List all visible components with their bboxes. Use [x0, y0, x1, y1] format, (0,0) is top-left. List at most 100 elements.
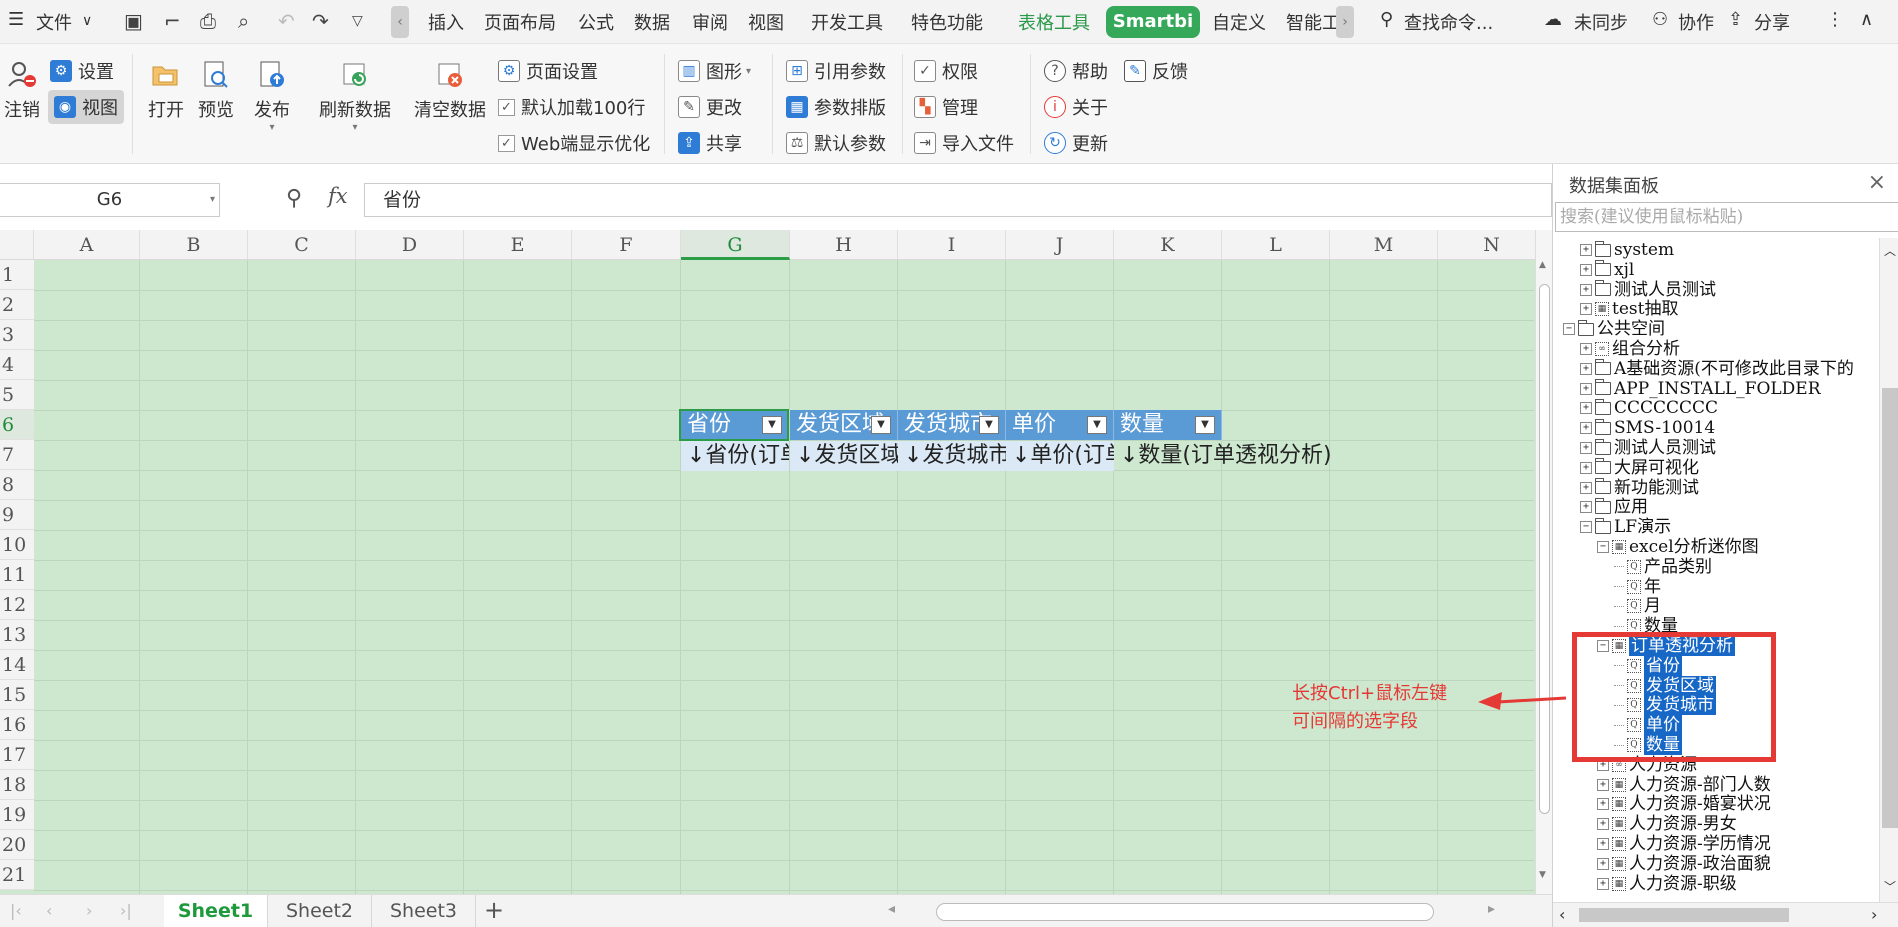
filter-dropdown-icon[interactable]: ▼: [979, 416, 999, 434]
sheet-tab-1[interactable]: Sheet1: [164, 895, 268, 927]
header-cell[interactable]: 发货区域 ▼: [790, 410, 898, 440]
tab-review[interactable]: 审阅: [692, 9, 728, 35]
tabs-scroll-left-button[interactable]: ‹: [391, 6, 409, 38]
tree-node[interactable]: Q 数量: [1614, 735, 1682, 755]
tree-node[interactable]: Q月: [1614, 596, 1661, 616]
header-cell[interactable]: 省份 ▼: [681, 410, 789, 440]
expand-icon[interactable]: +: [1597, 758, 1609, 771]
expand-icon[interactable]: +: [1580, 283, 1592, 296]
column-header[interactable]: C: [248, 230, 356, 260]
row-header[interactable]: 5: [0, 380, 34, 410]
panel-vscroll-thumb[interactable]: [1882, 388, 1898, 828]
undo-icon[interactable]: ↶: [278, 9, 295, 33]
data-cell[interactable]: ↓发货区域(订单透视分析): [790, 441, 898, 471]
tab-custom[interactable]: 自定义: [1212, 9, 1266, 35]
panel-search-input[interactable]: 搜索(建议使用鼠标粘贴): [1555, 202, 1898, 232]
collapse-ribbon-icon[interactable]: ∧: [1860, 9, 1873, 30]
share-chart-button[interactable]: ⇪ 共享: [678, 130, 742, 156]
scroll-right-icon[interactable]: ›: [1871, 905, 1877, 924]
row-header[interactable]: 15: [0, 680, 34, 710]
row-header[interactable]: 8: [0, 470, 34, 500]
share-label[interactable]: 分享: [1754, 9, 1790, 35]
grid-vertical-scrollbar[interactable]: ▲ ▼: [1535, 230, 1552, 894]
scroll-down-icon[interactable]: ▼: [1539, 870, 1549, 882]
panel-vertical-scrollbar[interactable]: ︿ ﹀: [1879, 238, 1898, 902]
data-cell[interactable]: ↓数量(订单透视分析): [1114, 441, 1364, 471]
header-cell[interactable]: 数量 ▼: [1114, 410, 1222, 440]
filter-dropdown-icon[interactable]: ▼: [762, 416, 782, 434]
column-header[interactable]: J: [1006, 230, 1114, 260]
collapse-icon[interactable]: −: [1597, 640, 1609, 652]
add-sheet-icon[interactable]: +: [484, 896, 504, 924]
row-header[interactable]: 7: [0, 440, 34, 470]
tree-node[interactable]: + xjl: [1580, 260, 1634, 280]
about-button[interactable]: i 关于: [1044, 94, 1108, 120]
zoom-formula-icon[interactable]: ⚲: [286, 186, 302, 211]
fx-icon[interactable]: fx: [328, 184, 348, 208]
expand-icon[interactable]: +: [1580, 244, 1592, 256]
expand-icon[interactable]: +: [1580, 402, 1592, 415]
menu-file[interactable]: 文件: [36, 9, 72, 35]
spreadsheet-grid[interactable]: ABCDEFGHIJKLMN 1 2 3 4 5 6 7 8 9 10 11 12 13 14 15 16 17…: [0, 230, 1535, 894]
unsynced-label[interactable]: 未同步: [1574, 9, 1628, 35]
collapse-icon[interactable]: −: [1597, 541, 1609, 553]
tree-node[interactable]: Q 数量: [1614, 616, 1678, 636]
tree-node[interactable]: + APP_INSTALL_FOLDER: [1580, 379, 1821, 399]
grid-hscroll-thumb[interactable]: [936, 903, 1434, 921]
expand-icon[interactable]: +: [1580, 382, 1592, 395]
column-header[interactable]: A: [34, 230, 140, 260]
name-box[interactable]: G6 ▾: [0, 183, 220, 217]
column-header[interactable]: G: [681, 230, 790, 260]
tab-view[interactable]: 视图: [748, 9, 784, 35]
expand-icon[interactable]: +: [1580, 362, 1592, 375]
tree-node[interactable]: + 应用: [1580, 497, 1648, 517]
filter-dropdown-icon[interactable]: ▼: [871, 416, 891, 434]
tab-insert[interactable]: 插入: [428, 9, 464, 35]
expand-icon[interactable]: +: [1580, 343, 1592, 355]
last-sheet-icon[interactable]: ›|: [120, 901, 132, 920]
tab-smart[interactable]: 智能工: [1286, 9, 1340, 35]
page-setup-button[interactable]: ⚙ 页面设置: [498, 58, 598, 84]
settings-button[interactable]: ⚙ 设置: [50, 58, 114, 84]
tree-node[interactable]: + ▦ 人力资源-学历情况: [1597, 834, 1771, 854]
row-header[interactable]: 13: [0, 620, 34, 650]
header-cell[interactable]: 发货城市 ▼: [898, 410, 1006, 440]
tab-data[interactable]: 数据: [634, 9, 670, 35]
next-sheet-icon[interactable]: ›: [86, 901, 92, 920]
tree-node[interactable]: + SMS-10014: [1580, 418, 1715, 438]
tree-node[interactable]: Q 省份: [1614, 655, 1682, 676]
tree-node[interactable]: + ▦ test抽取: [1580, 299, 1678, 319]
row-header[interactable]: 18: [0, 770, 34, 800]
expand-icon[interactable]: +: [1580, 303, 1592, 316]
expand-icon[interactable]: +: [1580, 263, 1592, 276]
expand-icon[interactable]: +: [1580, 501, 1592, 514]
scroll-left-icon[interactable]: ‹: [1559, 905, 1565, 924]
close-icon[interactable]: ×: [1868, 170, 1886, 195]
row-header[interactable]: 4: [0, 350, 34, 380]
expand-icon[interactable]: +: [1597, 877, 1609, 890]
expand-icon[interactable]: +: [1580, 442, 1592, 454]
collapse-icon[interactable]: −: [1580, 521, 1592, 534]
redo-icon[interactable]: ↷: [312, 9, 329, 33]
expand-icon[interactable]: +: [1597, 798, 1609, 811]
data-cell[interactable]: ↓发货城市(订单透视分析): [898, 441, 1006, 471]
permission-button[interactable]: ✓ 权限: [914, 58, 978, 84]
collapse-icon[interactable]: −: [1563, 323, 1575, 336]
column-header[interactable]: B: [140, 230, 248, 260]
row-header[interactable]: 9: [0, 500, 34, 530]
data-cell[interactable]: ↓单价(订单透视分析): [1006, 441, 1114, 471]
tree-node[interactable]: Q 发货城市: [1614, 695, 1716, 716]
expand-icon[interactable]: +: [1597, 778, 1609, 791]
manage-button[interactable]: ▚ 管理: [914, 94, 978, 120]
tree-node[interactable]: + A基础资源(不可修改此目录下的: [1580, 359, 1854, 379]
tree-node[interactable]: − LF演示: [1580, 517, 1671, 537]
row-header[interactable]: 6: [0, 410, 34, 440]
chart-button[interactable]: ▥ 图形 ▾: [678, 58, 751, 84]
tree-node[interactable]: − ▦ excel分析迷你图: [1597, 537, 1759, 557]
open-button[interactable]: 打开: [146, 58, 186, 122]
logout-button[interactable]: 注销: [4, 58, 40, 122]
tree-node[interactable]: + 大屏可视化: [1580, 458, 1699, 478]
row-header[interactable]: 11: [0, 560, 34, 590]
sheet-tab-2[interactable]: Sheet2: [268, 895, 372, 927]
column-header[interactable]: L: [1222, 230, 1330, 260]
